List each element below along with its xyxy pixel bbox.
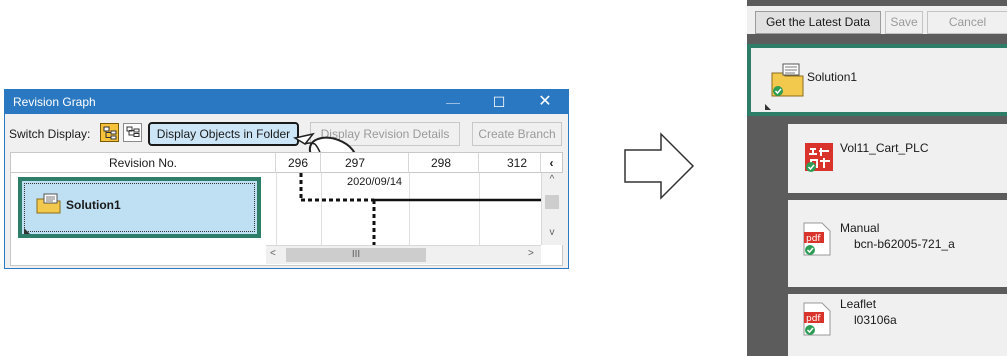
switch-display-label: Switch Display: [9, 127, 91, 141]
svg-text:pdf: pdf [806, 234, 821, 244]
scroll-up-button[interactable]: ^ [542, 174, 562, 185]
scroll-left-button[interactable]: < [270, 248, 276, 259]
column-header-298: 298 [409, 153, 479, 173]
object-name: Manual [840, 221, 880, 235]
objects-panel: Get the Latest Data Save Cancel Solution… [747, 0, 1007, 356]
object-name: Vol11_Cart_PLC [840, 141, 929, 155]
vertical-scrollbar[interactable]: ^ v [541, 173, 563, 245]
pdf-icon: pdf [803, 222, 831, 256]
revision-graph-window: Revision Graph — ☐ ✕ Switch Display: Dis… [4, 89, 569, 269]
corner-marker [765, 104, 771, 110]
collapse-arrow-icon[interactable]: ‹ [541, 153, 562, 173]
revision-grid: Revision No. 296 297 298 312 ‹ Solution1… [10, 152, 563, 266]
save-button[interactable]: Save [885, 11, 923, 34]
revision-lines [299, 173, 541, 245]
panel-toolbar: Get the Latest Data Save Cancel [747, 6, 1007, 34]
scroll-right-button[interactable]: > [528, 248, 534, 259]
plc-project-icon [805, 143, 833, 172]
title-bar: Revision Graph — ☐ ✕ [5, 90, 568, 114]
object-card[interactable]: pdf Leaflet l03106a [788, 294, 1007, 356]
object-card[interactable]: pdf Manual bcn-b62005-721_a [788, 200, 1007, 287]
pdf-icon: pdf [803, 302, 831, 336]
column-header-revision-no: Revision No. [11, 153, 276, 173]
object-filename: bcn-b62005-721_a [854, 237, 955, 251]
corner-marker [24, 228, 30, 234]
column-header-297: 297 [321, 153, 409, 173]
column-header-312: 312 [479, 153, 541, 173]
solution-node-label: Solution1 [66, 198, 121, 212]
maximize-button[interactable]: ☐ [476, 90, 522, 114]
list-view-icon[interactable] [123, 123, 142, 142]
minimize-button[interactable]: — [430, 90, 476, 114]
horizontal-scrollbar[interactable]: < III > [266, 245, 541, 264]
solution-folder-card[interactable]: Solution1 [747, 44, 1007, 116]
object-name: Leaflet [840, 297, 877, 311]
cancel-button[interactable]: Cancel [927, 11, 1007, 34]
solution-label: Solution1 [807, 70, 858, 84]
display-objects-in-folder-button[interactable]: Display Objects in Folder [148, 122, 299, 146]
folder-icon [36, 193, 61, 214]
get-latest-data-button[interactable]: Get the Latest Data [755, 11, 881, 34]
tree-view-icon[interactable] [100, 123, 119, 142]
right-arrow-icon [624, 132, 695, 200]
create-branch-button[interactable]: Create Branch [472, 122, 562, 146]
column-header-296: 296 [276, 153, 321, 173]
scroll-down-button[interactable]: v [542, 227, 562, 238]
svg-text:pdf: pdf [806, 314, 821, 324]
scroll-thumb[interactable] [545, 195, 559, 209]
folder-icon [771, 63, 804, 97]
object-filename: l03106a [854, 313, 897, 327]
solution-node[interactable]: Solution1 [18, 177, 261, 238]
scroll-thumb[interactable]: III [286, 248, 426, 262]
object-card[interactable]: Vol11_Cart_PLC [788, 124, 1007, 193]
window-title: Revision Graph [13, 95, 96, 109]
close-button[interactable]: ✕ [522, 90, 568, 114]
